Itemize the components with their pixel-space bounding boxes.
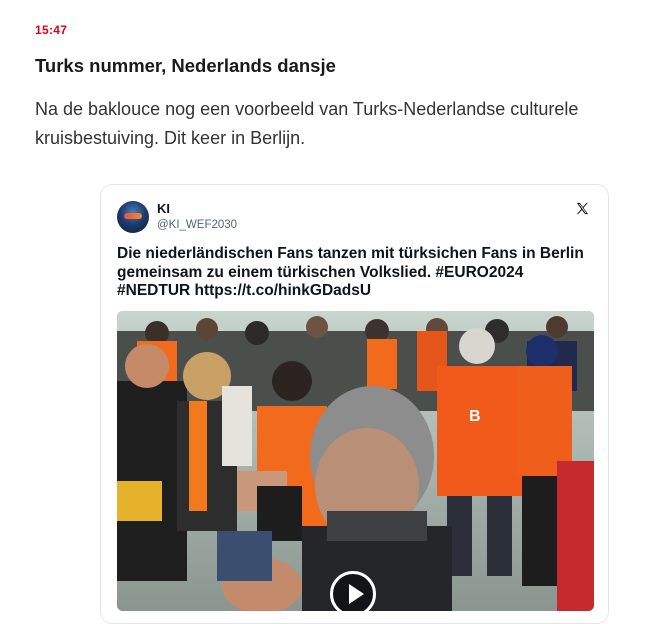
x-logo-icon[interactable] <box>575 201 590 216</box>
tweet-video[interactable]: B <box>117 311 594 611</box>
play-icon[interactable] <box>330 571 376 611</box>
author-avatar[interactable] <box>117 201 149 233</box>
article-body: Na de baklouce nog een voorbeeld van Tur… <box>35 99 579 148</box>
tweet-text: Die niederländischen Fans tanzen mit tür… <box>117 245 584 299</box>
author-name[interactable]: KI <box>157 201 170 216</box>
article-headline: Turks nummer, Nederlands dansje <box>35 55 336 76</box>
embedded-tweet-card[interactable]: KI @KI_WEF2030 Die niederländischen Fans… <box>100 184 609 624</box>
article-timestamp: 15:47 <box>35 23 68 37</box>
shirt-letter: B <box>469 408 481 425</box>
author-handle[interactable]: @KI_WEF2030 <box>157 219 237 231</box>
video-frame: B <box>117 311 594 611</box>
